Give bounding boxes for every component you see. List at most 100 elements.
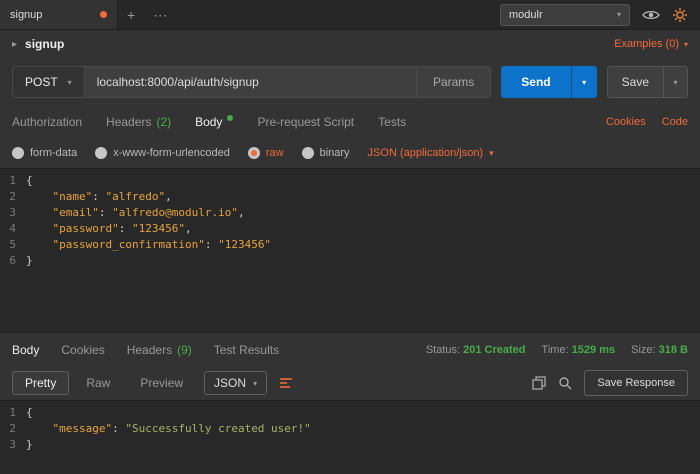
- request-body-editor[interactable]: 1{2 "name": "alfredo",3 "email": "alfred…: [0, 168, 700, 332]
- examples-dropdown[interactable]: Examples (0) ▾: [614, 38, 688, 50]
- response-headers-count: (9): [177, 343, 192, 357]
- chevron-down-icon: ▾: [489, 148, 494, 159]
- save-button[interactable]: Save ▾: [607, 66, 688, 98]
- settings-gear-icon[interactable]: [672, 7, 688, 23]
- tab-tests[interactable]: Tests: [378, 115, 406, 129]
- chevron-down-icon: ▾: [582, 78, 586, 87]
- wrap-lines-icon[interactable]: [279, 377, 293, 389]
- chevron-down-icon: ▾: [68, 78, 72, 87]
- environment-quick-look-icon[interactable]: [642, 9, 660, 21]
- tab-label: Headers: [106, 115, 151, 129]
- search-response-icon[interactable]: [558, 376, 572, 390]
- code-line: 2 "message": "Successfully created user!…: [0, 421, 700, 437]
- environment-name: modulr: [509, 9, 543, 21]
- tab-label: Body: [195, 115, 222, 129]
- tab-label: Pre-request Script: [257, 115, 354, 129]
- code-link[interactable]: Code: [662, 116, 688, 128]
- radio-circle-icon: [302, 147, 314, 159]
- request-header-row: ▸ signup Examples (0) ▾: [0, 30, 700, 58]
- method-label: POST: [25, 75, 58, 89]
- tab-body[interactable]: Body: [195, 115, 233, 129]
- tab-label: Body: [12, 343, 39, 357]
- cookies-link[interactable]: Cookies: [606, 116, 646, 128]
- code-text[interactable]: {: [26, 405, 33, 421]
- code-text[interactable]: }: [26, 253, 33, 269]
- line-number: 4: [0, 221, 26, 237]
- line-number: 3: [0, 205, 26, 221]
- request-tab[interactable]: signup: [0, 0, 118, 29]
- tab-label: Cookies: [61, 343, 104, 357]
- tab-label: Authorization: [12, 115, 82, 129]
- response-meta: Status: 201 Created Time: 1529 ms Size: …: [426, 344, 688, 356]
- save-response-button[interactable]: Save Response: [584, 370, 688, 396]
- chevron-down-icon: ▾: [617, 10, 621, 19]
- copy-response-icon[interactable]: [532, 376, 546, 390]
- code-text[interactable]: "email": "alfredo@modulr.io",: [26, 205, 245, 221]
- method-select[interactable]: POST ▾: [12, 66, 85, 98]
- line-number: 5: [0, 237, 26, 253]
- tab-pre-request-script[interactable]: Pre-request Script: [257, 115, 354, 129]
- response-tab-cookies[interactable]: Cookies: [61, 343, 104, 357]
- tab-label: Test Results: [214, 343, 279, 357]
- code-text[interactable]: }: [26, 437, 33, 453]
- unsaved-changes-dot: [100, 11, 107, 18]
- response-tab-test-results[interactable]: Test Results: [214, 343, 279, 357]
- radio-x-www-form-urlencoded[interactable]: x-www-form-urlencoded: [95, 147, 230, 159]
- line-number: 2: [0, 421, 26, 437]
- url-input[interactable]: [85, 66, 416, 98]
- time-label: Time:: [542, 344, 569, 356]
- status-badge: Status: 201 Created: [426, 344, 526, 356]
- code-line: 5 "password_confirmation": "123456": [0, 237, 700, 253]
- status-label: Status:: [426, 344, 460, 356]
- tab-headers[interactable]: Headers (2): [106, 115, 171, 129]
- save-options-caret[interactable]: ▾: [663, 67, 687, 97]
- line-number: 3: [0, 437, 26, 453]
- radio-label: x-www-form-urlencoded: [113, 147, 230, 159]
- code-text[interactable]: "password_confirmation": "123456": [26, 237, 271, 253]
- code-text[interactable]: "message": "Successfully created user!": [26, 421, 311, 437]
- send-button[interactable]: Send ▾: [501, 66, 596, 98]
- code-line: 6}: [0, 253, 700, 269]
- code-line: 1{: [0, 173, 700, 189]
- content-type-select[interactable]: JSON (application/json) ▾: [368, 147, 494, 159]
- params-button[interactable]: Params: [416, 66, 491, 98]
- send-options-caret[interactable]: ▾: [571, 66, 597, 98]
- response-format-select[interactable]: JSON ▾: [204, 371, 267, 395]
- radio-binary[interactable]: binary: [302, 147, 350, 159]
- code-line: 1{: [0, 405, 700, 421]
- view-mode-raw[interactable]: Raw: [73, 371, 123, 395]
- code-text[interactable]: {: [26, 173, 33, 189]
- topbar-right: modulr ▾: [500, 4, 700, 26]
- response-header: Body Cookies Headers (9) Test Results St…: [0, 332, 700, 366]
- view-mode-pretty[interactable]: Pretty: [12, 371, 69, 395]
- chevron-down-icon: ▾: [684, 40, 688, 49]
- environment-select[interactable]: modulr ▾: [500, 4, 630, 26]
- code-text[interactable]: "name": "alfredo",: [26, 189, 172, 205]
- line-number: 2: [0, 189, 26, 205]
- status-value: 201 Created: [463, 344, 525, 356]
- save-button-label[interactable]: Save: [608, 67, 663, 97]
- tab-label: Headers: [127, 343, 172, 357]
- radio-circle-icon: [248, 147, 260, 159]
- response-tab-body[interactable]: Body: [12, 343, 39, 357]
- examples-label: Examples (0): [614, 38, 679, 50]
- code-line: 2 "name": "alfredo",: [0, 189, 700, 205]
- code-line: 4 "password": "123456",: [0, 221, 700, 237]
- collapse-chevron-icon[interactable]: ▸: [12, 39, 17, 50]
- tab-label: Tests: [378, 115, 406, 129]
- radio-raw[interactable]: raw: [248, 147, 284, 159]
- radio-form-data[interactable]: form-data: [12, 147, 77, 159]
- response-body-editor[interactable]: 1{2 "message": "Successfully created use…: [0, 400, 700, 474]
- response-tab-headers[interactable]: Headers (9): [127, 343, 192, 357]
- code-text[interactable]: "password": "123456",: [26, 221, 192, 237]
- new-tab-button[interactable]: +: [118, 0, 144, 30]
- send-button-label[interactable]: Send: [501, 66, 570, 98]
- view-mode-preview[interactable]: Preview: [127, 371, 196, 395]
- content-type-label: JSON (application/json): [368, 147, 484, 159]
- more-options-button[interactable]: ⋯: [144, 0, 176, 30]
- body-type-bar: form-data x-www-form-urlencoded raw bina…: [0, 138, 700, 168]
- time-badge: Time: 1529 ms: [542, 344, 616, 356]
- body-content-dot: [227, 115, 233, 121]
- radio-label: raw: [266, 147, 284, 159]
- tab-authorization[interactable]: Authorization: [12, 115, 82, 129]
